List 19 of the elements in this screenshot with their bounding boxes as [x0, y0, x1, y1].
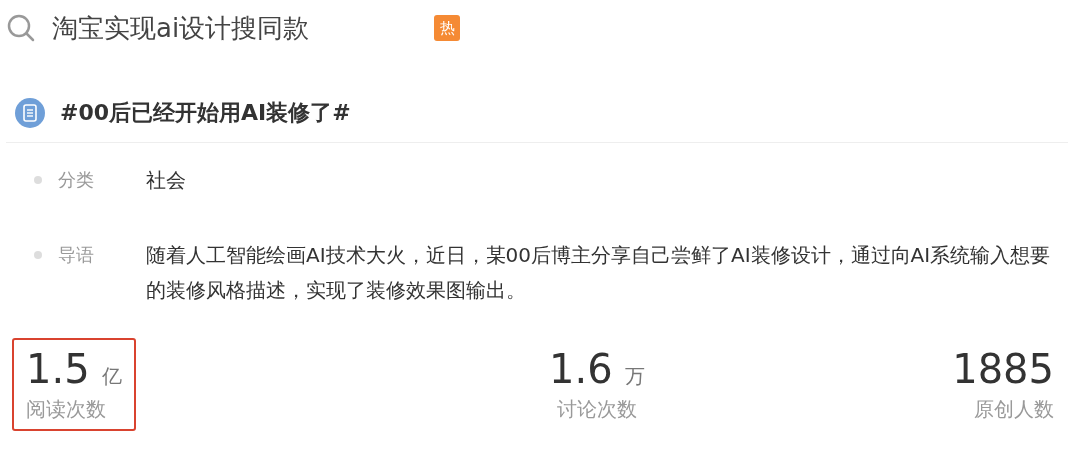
detail-label: 分类: [58, 168, 94, 192]
bullet-icon: [34, 251, 42, 259]
detail-label: 导语: [58, 243, 94, 267]
stat-unit: 亿: [101, 363, 122, 390]
stat-unit: 万: [624, 363, 645, 390]
stat-label: 讨论次数: [556, 396, 637, 423]
stat-number: 1.6: [549, 346, 613, 392]
list-icon: [14, 97, 46, 129]
stat-number: 1.5: [26, 346, 90, 392]
bullet-icon: [34, 176, 42, 184]
stat-label: 阅读次数: [26, 396, 107, 423]
search-query[interactable]: 淘宝实现ai设计搜同款: [52, 10, 424, 46]
stat-label: 原创人数: [974, 396, 1054, 423]
search-icon: [6, 13, 36, 43]
stat-number: 1885: [952, 346, 1054, 392]
topic-title[interactable]: #00后已经开始用AI装修了#: [60, 98, 351, 128]
hot-badge: 热: [434, 15, 460, 41]
detail-value: 随着人工智能绘画AI技术大火，近日，某00后博主分享自己尝鲜了AI装修设计，通过向AI系统输入想要的装修风格描述，实现了装修效果图输出。: [146, 242, 1052, 304]
detail-value: 社会: [146, 167, 187, 194]
